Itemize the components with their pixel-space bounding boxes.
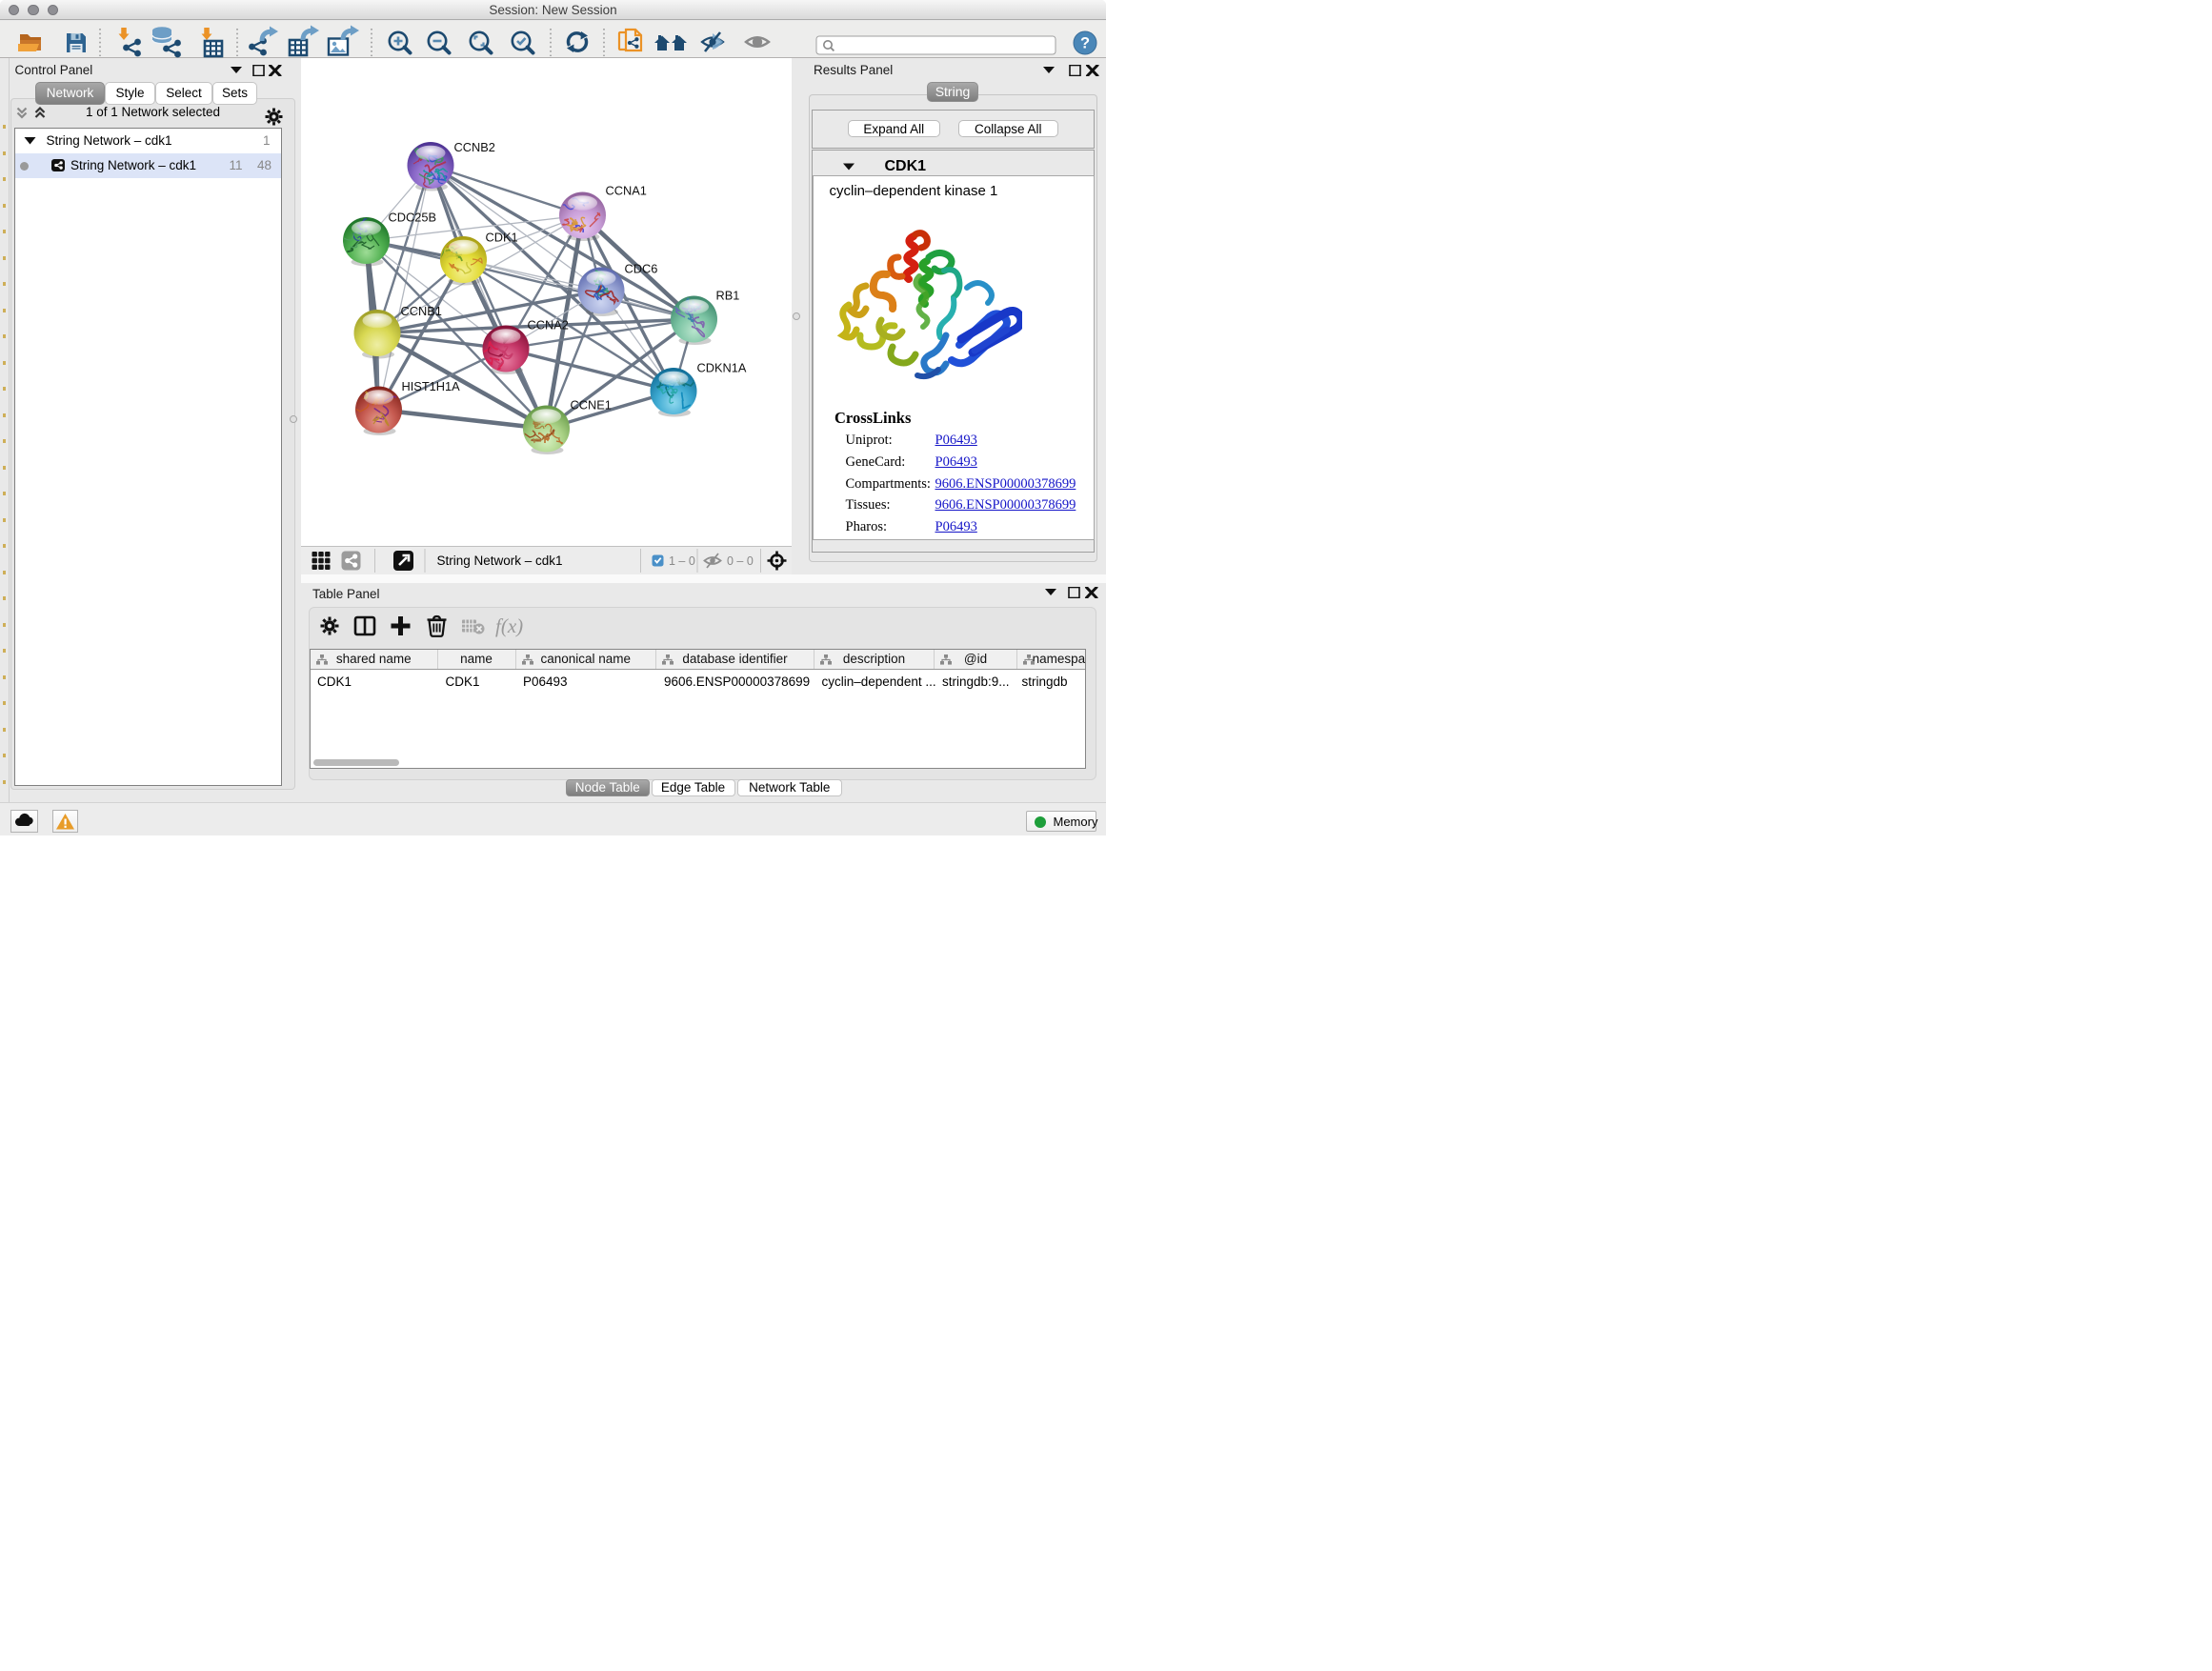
svg-text:CDC25B: CDC25B — [388, 211, 436, 225]
svg-text:?: ? — [1080, 34, 1090, 51]
svg-text:RB1: RB1 — [715, 289, 739, 303]
svg-text:HIST1H1A: HIST1H1A — [401, 379, 460, 393]
svg-text:0 – 0: 0 – 0 — [727, 554, 754, 568]
svg-text:CDKN1A: CDKN1A — [696, 361, 746, 375]
svg-text:CDC6: CDC6 — [624, 262, 657, 276]
svg-text:CCNA2: CCNA2 — [527, 318, 568, 332]
svg-text:CCNB1: CCNB1 — [400, 304, 441, 318]
svg-text:CDK1: CDK1 — [485, 231, 517, 245]
svg-text:CCNE1: CCNE1 — [570, 398, 611, 413]
svg-text:CCNA1: CCNA1 — [605, 184, 646, 198]
svg-text:CCNB2: CCNB2 — [453, 140, 494, 154]
svg-text:1 – 0: 1 – 0 — [669, 554, 695, 568]
svg-text:f(x): f(x) — [495, 614, 523, 637]
